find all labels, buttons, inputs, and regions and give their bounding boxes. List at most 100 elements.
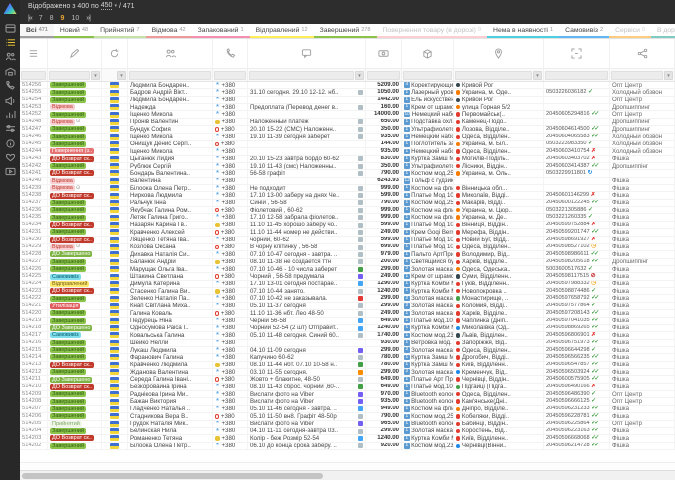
table-row[interactable]: 514230ДО Возврат ск..Лященко Тетяна Іва.… — [20, 237, 675, 244]
tab-Всі[interactable]: Всі471 — [20, 24, 54, 38]
table-row[interactable]: 514226ЗавершенийМарущак Ольга Іва..*+380… — [20, 266, 675, 273]
message-icon[interactable] — [358, 289, 363, 294]
tab-Відмова[interactable]: Відмова42 — [146, 24, 192, 38]
column-restore[interactable] — [102, 39, 128, 68]
message-icon[interactable] — [358, 193, 363, 198]
message-icon[interactable] — [358, 421, 363, 426]
message-icon[interactable] — [358, 274, 363, 279]
message-icon[interactable] — [358, 119, 363, 124]
message-icon[interactable] — [358, 377, 363, 382]
message-icon[interactable] — [358, 333, 363, 338]
filter-phone[interactable] — [213, 69, 248, 81]
message-icon[interactable] — [358, 362, 363, 367]
column-order-id[interactable] — [20, 39, 48, 68]
column-comment[interactable] — [248, 39, 366, 68]
table-row[interactable]: 514228ДО ЗавершеноДихавка Наталія Си..*+… — [20, 251, 675, 258]
table-row[interactable]: 514246ЗавершенийІщенко Микола*+38019.10 … — [20, 134, 675, 141]
table-row[interactable]: 514252ЗавершенийІщенко Микола*+38014000.… — [20, 111, 675, 118]
app-logo-icon[interactable] — [4, 3, 17, 14]
table-row[interactable]: 514231ЗавершенийКравченко Алексей+38011.… — [20, 229, 675, 236]
settings-icon[interactable] — [4, 124, 16, 134]
partners-icon[interactable] — [4, 153, 16, 163]
table-row[interactable]: 514213ДО Возврат ск..Кравченко Людмила+3… — [20, 362, 675, 369]
message-icon[interactable] — [358, 237, 363, 242]
tab-Запакований[interactable]: Запакований1 — [192, 24, 250, 38]
table-row[interactable]: 514219ЗавершенийПедурець Ніна*+380Черній… — [20, 318, 675, 325]
tab-Нема в наявності[interactable]: Нема в наявності1 — [487, 24, 559, 38]
video-tutorials-icon[interactable] — [4, 167, 16, 177]
table-row[interactable]: 514236ЗавершенийЯкубчак Галина Ром..+380… — [20, 207, 675, 214]
horizontal-scrollbar[interactable] — [20, 470, 675, 480]
tab-Завершений[interactable]: Завершений278 — [314, 24, 377, 38]
table-row[interactable]: 514235ЗавершенийЛетяк Галина Григо..*+38… — [20, 214, 675, 221]
customers-icon[interactable] — [4, 52, 16, 62]
orders-list-icon[interactable] — [4, 38, 16, 48]
table-row[interactable]: 514216ЗавершенийШейко Нелли*+380930.001В… — [20, 340, 675, 347]
chevron-down-icon[interactable]: ▼ — [355, 71, 364, 80]
filter-customer[interactable] — [128, 69, 213, 81]
message-icon[interactable] — [358, 384, 363, 389]
table-row[interactable]: 514220ЗавершенийГалина Коваль+38011.10 1… — [20, 310, 675, 317]
page-button[interactable]: 8 — [50, 15, 54, 22]
message-icon[interactable] — [358, 281, 363, 286]
filter-tracking[interactable] — [544, 69, 610, 81]
table-row[interactable]: 514211ДО ЗавершеноСереда Галина Івані..+… — [20, 376, 675, 383]
tab-Прийнятий[interactable]: Прийнятий7 — [94, 24, 146, 38]
tab-Сервіси[interactable]: Сервіси0 — [609, 24, 651, 38]
message-icon[interactable] — [358, 303, 363, 308]
column-source[interactable] — [610, 39, 675, 68]
message-icon[interactable] — [358, 318, 363, 323]
message-icon[interactable] — [358, 230, 363, 235]
table-row[interactable]: 514204ЗавершенийБелинская Нила*+38004.10… — [20, 428, 675, 435]
table-row[interactable]: 514244Повернення (з..Іщенко Микола*+3809… — [20, 148, 675, 155]
table-row[interactable]: 514234ДО Возврат ск..Назарян Карина Гв..… — [20, 222, 675, 229]
table-row[interactable]: 514223ДО Возврат ск..Стасенко Галина Ви.… — [20, 288, 675, 295]
page-button[interactable]: 9 — [61, 15, 65, 22]
page-size-dropdown[interactable]: 450 — [101, 2, 113, 10]
chevron-down-icon[interactable]: ▼ — [533, 71, 542, 80]
message-icon[interactable] — [358, 134, 363, 139]
message-icon[interactable] — [358, 164, 363, 169]
column-customer[interactable] — [128, 39, 213, 68]
filter-status[interactable]: ▼ — [48, 69, 102, 81]
tab-Самовивіз[interactable]: Самовивіз2 — [559, 24, 609, 38]
column-tracking[interactable] — [544, 39, 610, 68]
scrollbar-thumb[interactable] — [22, 473, 323, 479]
tab-Відправлений[interactable]: Відправлений12 — [250, 24, 314, 38]
table-row[interactable]: 514239Відмова⊙Білоока Олена Петр..*+380Н… — [20, 185, 675, 192]
message-icon[interactable] — [358, 370, 363, 375]
table-row[interactable]: 514245ЗавершенийОнищук Денис Сергі..+380… — [20, 141, 675, 148]
table-row[interactable]: 514229Відмова⊙Козлова Оксана+380В чорну … — [20, 244, 675, 251]
table-row[interactable]: 514209ЗавершенийРаднікова Ірина Ми..*+38… — [20, 391, 675, 398]
table-row[interactable]: 514206ЗавершенийСтадникова Вера В..+3800… — [20, 413, 675, 420]
marketing-icon[interactable] — [4, 95, 16, 105]
message-icon[interactable] — [358, 200, 363, 205]
message-icon[interactable] — [358, 105, 363, 110]
message-icon[interactable] — [358, 348, 363, 353]
statistics-icon[interactable] — [4, 109, 16, 119]
table-row[interactable]: 514243ДО Возврат ск..Цыганюк Лидия*+3802… — [20, 156, 675, 163]
column-product[interactable] — [402, 39, 454, 68]
column-payment[interactable] — [366, 39, 402, 68]
message-icon[interactable] — [358, 186, 363, 191]
message-icon[interactable] — [358, 326, 363, 331]
filter-comment[interactable]: ▼ — [248, 69, 366, 81]
table-row[interactable]: 514205ПрийнятийГрудок Наталія Мик..*+380… — [20, 421, 675, 428]
chevron-down-icon[interactable]: ▼ — [664, 71, 673, 80]
message-icon[interactable] — [358, 355, 363, 360]
page-button[interactable]: 7 — [39, 15, 43, 22]
table-row[interactable]: 514227ЗавершенийБаланюк Андрій+38008.10 … — [20, 259, 675, 266]
last-page-button[interactable]: »| — [86, 15, 90, 22]
table-row[interactable]: 514222ЗавершенийЗеленко Наталія Па..*+38… — [20, 295, 675, 302]
message-icon[interactable] — [358, 156, 363, 161]
info-icon[interactable] — [4, 138, 16, 148]
warehouse-icon[interactable] — [4, 66, 16, 76]
filter-order-id[interactable] — [20, 69, 48, 81]
table-row[interactable]: 514238ДО Возврат ск..Ниркова Людмила*+38… — [20, 192, 675, 199]
table-row[interactable]: 514256ЗавершенийЛюдмила Бондарен..*+3805… — [20, 82, 675, 89]
tab-В дорозі додому[interactable]: В дорозі додому0 — [651, 24, 675, 38]
message-icon[interactable] — [358, 245, 363, 250]
message-icon[interactable] — [358, 311, 363, 316]
table-row[interactable]: 514254ЗавершенийЛюдмила Бондарен..*+3801… — [20, 97, 675, 104]
message-icon[interactable] — [358, 223, 363, 228]
